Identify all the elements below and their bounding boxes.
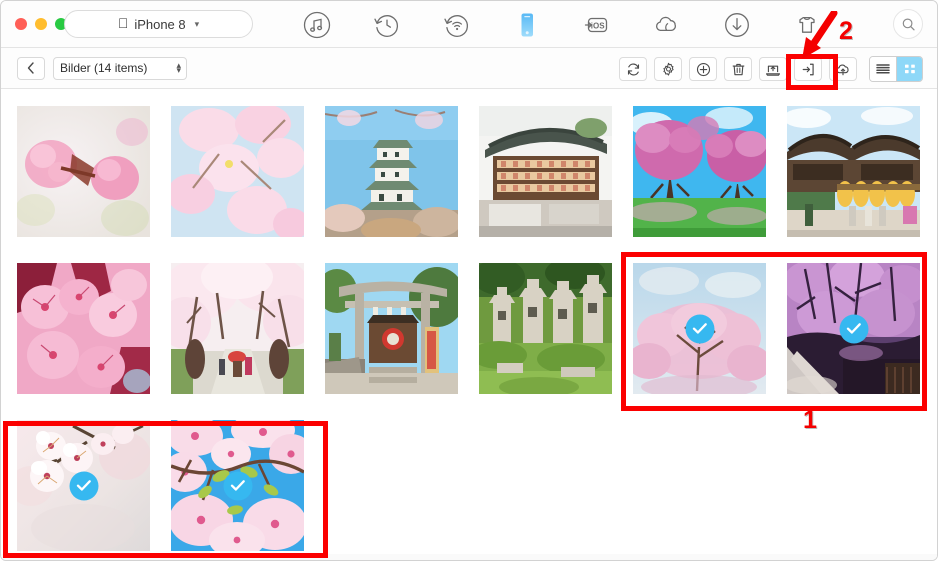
photo-thumbnail[interactable] (171, 420, 304, 551)
search-button[interactable] (893, 9, 923, 39)
minimize-button[interactable] (35, 18, 47, 30)
apple-logo-icon:  (118, 16, 129, 30)
annotation-arrow-icon (802, 11, 838, 59)
nav-item-to-ios[interactable]: iOS (581, 9, 613, 41)
music-note-circle-icon (303, 11, 331, 38)
cherry-blossom-closeup-pink-image (17, 106, 150, 237)
to-ios-transfer-icon: iOS (584, 17, 608, 32)
photo-thumbnail[interactable] (787, 263, 920, 394)
plus-circle-icon (696, 62, 710, 76)
nav-item-download[interactable] (721, 9, 753, 41)
icloud-icon (656, 16, 676, 31)
temple-golden-curtains-image (787, 106, 920, 237)
export-button[interactable] (794, 57, 822, 81)
gear-icon (662, 62, 674, 76)
backup-restore-clock-icon (374, 14, 399, 37)
photo-thumbnail[interactable] (17, 263, 150, 394)
stone-lanterns-moss-image (479, 263, 612, 394)
refresh-button[interactable] (619, 57, 647, 81)
device-name-label: iPhone 8 (129, 16, 185, 32)
wireless-sync-icon (444, 14, 469, 37)
settings-button[interactable] (654, 57, 682, 81)
annotation-label-2: 2 (839, 17, 853, 45)
annotation-label-1: 1 (803, 406, 817, 434)
refresh-icon (627, 62, 639, 76)
blossom-tunnel-path-image (171, 263, 304, 394)
add-button[interactable] (689, 57, 717, 81)
shrine-lanterns-building-image (479, 106, 612, 237)
nav-item-music[interactable] (301, 9, 333, 41)
check-icon (230, 480, 245, 491)
window-controls (15, 18, 67, 30)
photo-thumbnail[interactable] (633, 263, 766, 394)
torii-gate-shrine-image (325, 263, 458, 394)
grid-view-button[interactable] (896, 57, 922, 81)
app-window:  iPhone 8 ▾ (0, 0, 938, 561)
photo-thumbnail[interactable] (479, 106, 612, 237)
cherry-blossom-branches-sky-image (171, 106, 304, 237)
photo-grid (1, 101, 937, 551)
photo-thumbnail[interactable] (17, 106, 150, 237)
main-nav: iOS (301, 1, 823, 48)
back-button[interactable] (17, 56, 45, 80)
status-strip (1, 554, 937, 560)
nav-item-wireless-sync[interactable] (441, 9, 473, 41)
photo-selected-check[interactable] (839, 314, 868, 343)
delete-button[interactable] (724, 57, 752, 81)
check-icon (692, 323, 707, 334)
cloud-upload-icon (836, 64, 849, 75)
photo-thumbnail[interactable] (633, 106, 766, 237)
check-icon (76, 480, 91, 491)
nav-item-icloud[interactable] (651, 9, 683, 41)
photo-selected-check[interactable] (69, 471, 98, 500)
photo-thumbnail[interactable] (325, 106, 458, 237)
nav-item-backup[interactable] (371, 9, 403, 41)
export-to-computer-icon (765, 65, 781, 76)
check-icon (846, 323, 861, 334)
export-to-computer-button[interactable] (759, 57, 787, 81)
download-arrow-icon (725, 12, 749, 37)
photo-grid-area (1, 89, 937, 560)
phone-device-icon (521, 13, 533, 36)
trash-icon (732, 63, 744, 75)
folder-path-select[interactable]: Bilder (14 items) ▴ ▾ (53, 56, 187, 80)
close-button[interactable] (15, 18, 27, 30)
photo-thumbnail[interactable] (479, 263, 612, 394)
toolbar-actions (619, 56, 923, 82)
photo-selected-check[interactable] (223, 471, 252, 500)
blossom-trees-park-lawn-image (633, 106, 766, 237)
list-view-icon (876, 64, 890, 74)
photo-selected-check[interactable] (685, 314, 714, 343)
folder-path-label: Bilder (14 items) (60, 61, 148, 75)
photo-thumbnail[interactable] (171, 263, 304, 394)
cloud-upload-button[interactable] (829, 57, 857, 81)
pink-blossoms-macro-image (17, 263, 150, 394)
photo-thumbnail[interactable] (17, 420, 150, 551)
export-arrow-icon (802, 63, 814, 75)
search-icon (902, 17, 915, 30)
sort-chevrons-icon: ▴ ▾ (176, 60, 180, 75)
osaka-castle-image (325, 106, 458, 237)
grid-view-icon (904, 64, 915, 74)
list-view-button[interactable] (870, 57, 896, 81)
chevron-left-icon (27, 62, 34, 74)
nav-item-device[interactable] (511, 9, 543, 41)
photo-thumbnail[interactable] (171, 106, 304, 237)
photo-thumbnail[interactable] (325, 263, 458, 394)
view-mode-toggle (869, 56, 923, 82)
chevron-down-icon: ▾ (195, 19, 200, 30)
device-selector[interactable]:  iPhone 8 ▾ (64, 10, 253, 38)
photo-thumbnail[interactable] (787, 106, 920, 237)
svg-text:iOS: iOS (591, 21, 605, 30)
